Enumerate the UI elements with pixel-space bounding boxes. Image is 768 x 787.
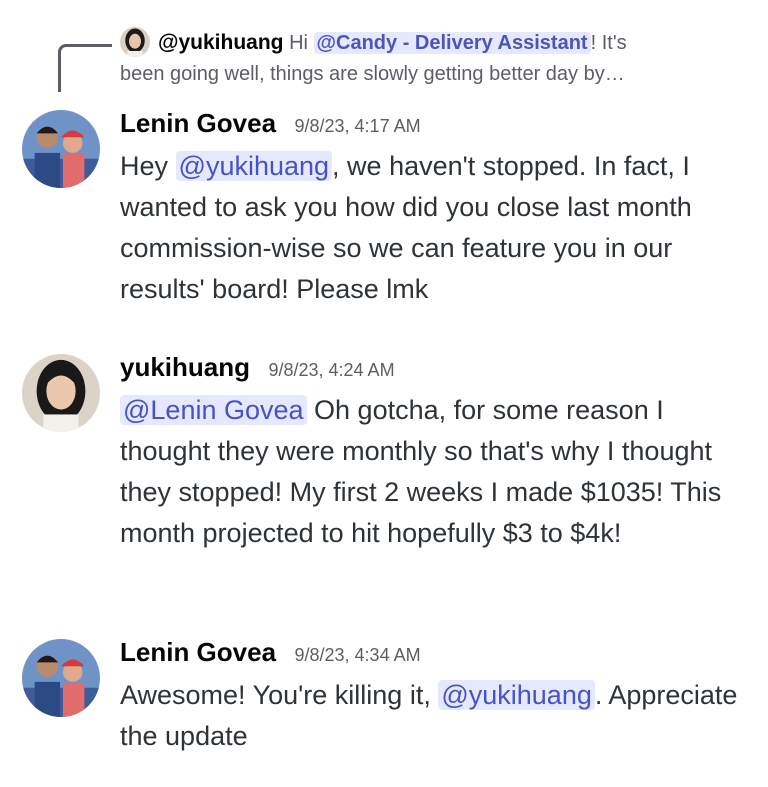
reply-author-avatar [120, 26, 150, 57]
yukihuang-avatar[interactable] [22, 354, 100, 432]
reply-text-line2: been going well, things are slowly getti… [120, 62, 625, 85]
reply-text-line1: ! It's [590, 32, 627, 54]
reply-mention[interactable]: @Candy - Delivery Assistant [313, 32, 591, 54]
reply-greeting: Hi [289, 32, 308, 54]
message-content: Awesome! You're killing it, @yukihuang. … [120, 675, 752, 757]
message-text: Hey [120, 151, 176, 181]
message-timestamp: 9/8/23, 4:24 AM [268, 360, 395, 380]
message-content: Hey @yukihuang, we haven't stopped. In f… [120, 146, 752, 310]
message-timestamp: 9/8/23, 4:17 AM [294, 116, 421, 136]
user-mention[interactable]: @yukihuang [175, 151, 333, 181]
message-header: Lenin Govea 9/8/23, 4:17 AM [120, 108, 421, 142]
message-header: Lenin Govea 9/8/23, 4:34 AM [120, 637, 421, 671]
reply-connector-line [58, 44, 112, 92]
message-author[interactable]: Lenin Govea [120, 637, 276, 667]
user-mention[interactable]: @yukihuang [438, 680, 595, 710]
reply-preview[interactable]: @yukihuang Hi @Candy - Delivery Assistan… [120, 26, 750, 89]
reply-author[interactable]: @yukihuang [158, 31, 284, 54]
message-content: @Lenin Govea Oh gotcha, for some reason … [120, 390, 752, 554]
message-header: yukihuang 9/8/23, 4:24 AM [120, 352, 395, 386]
message-author[interactable]: Lenin Govea [120, 108, 276, 138]
lenin-govea-avatar[interactable] [22, 110, 100, 188]
message-author[interactable]: yukihuang [120, 352, 250, 382]
message-text: Awesome! You're killing it, [120, 680, 439, 710]
lenin-govea-avatar[interactable] [22, 639, 100, 717]
user-mention[interactable]: @Lenin Govea [120, 395, 307, 425]
message-timestamp: 9/8/23, 4:34 AM [294, 645, 421, 665]
